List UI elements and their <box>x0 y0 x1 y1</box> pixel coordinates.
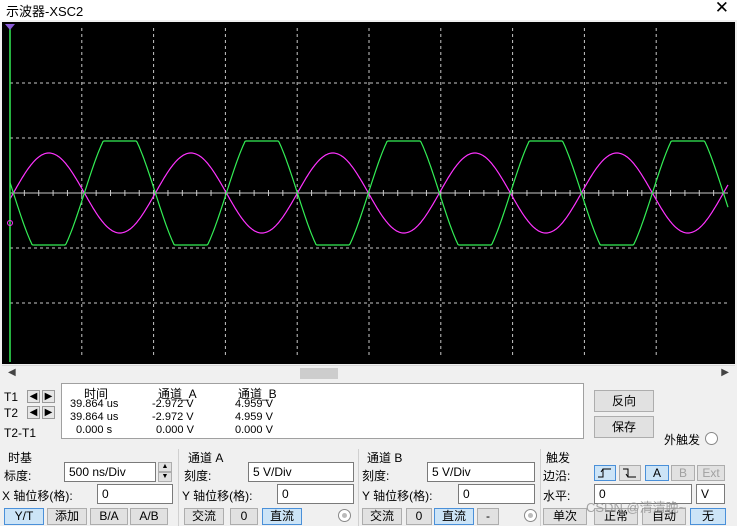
t2-t1-label: T2-T1 <box>4 426 37 440</box>
measurement-readout: 时间 通道_A 通道_B 39.864 us -2.972 V 4.959 V … <box>61 383 584 439</box>
mode-b-over-a-button[interactable]: B/A <box>90 508 128 525</box>
t1-label: T1 <box>4 390 19 404</box>
t1-channel-a: -2.972 V <box>152 398 194 410</box>
channel-a-scale-input[interactable]: 5 V/Div <box>248 462 354 482</box>
trigger-edge-label: 边沿: <box>543 469 571 483</box>
trigger-source-a-button[interactable]: A <box>645 465 669 481</box>
channel-b-ac-button[interactable]: 交流 <box>362 508 402 525</box>
channel-b-offset-input[interactable]: 0 <box>458 484 535 504</box>
delta-channel-a: 0.000 V <box>156 424 194 436</box>
channel-a-offset-label: Y 轴位移(格): <box>182 489 253 503</box>
t1-left-arrow-icon[interactable]: ◀ <box>27 390 40 403</box>
channel-b-offset-label: Y 轴位移(格): <box>362 489 433 503</box>
watermark: CSDN @清清晚~ <box>586 500 687 515</box>
channel-a-dc-button[interactable]: 直流 <box>262 508 302 525</box>
trigger-single-button[interactable]: 单次 <box>543 508 587 525</box>
falling-edge-button[interactable] <box>619 465 641 481</box>
mode-add-button[interactable]: 添加 <box>47 508 87 525</box>
t2-label: T2 <box>4 406 19 420</box>
horizontal-scrollbar[interactable]: ◀ ▶ <box>2 365 735 381</box>
timebase-scale-label: 标度: <box>4 469 32 483</box>
trigger-none-button[interactable]: 无 <box>690 508 726 525</box>
scroll-right-icon[interactable]: ▶ <box>721 367 729 378</box>
channel-b-zero-button[interactable]: 0 <box>406 508 432 525</box>
channel-a-terminal[interactable] <box>338 509 351 522</box>
scroll-thumb[interactable] <box>300 368 338 379</box>
scroll-left-icon[interactable]: ◀ <box>8 367 16 378</box>
t2-left-arrow-icon[interactable]: ◀ <box>27 406 40 419</box>
t2-channel-b: 4.959 V <box>235 411 273 423</box>
separator <box>358 449 359 526</box>
cursor-t1-marker <box>5 24 15 30</box>
channel-a-title: 通道 A <box>188 451 224 465</box>
t1-right-arrow-icon[interactable]: ▶ <box>42 390 55 403</box>
separator <box>178 449 179 526</box>
save-button[interactable]: 保存 <box>594 416 654 438</box>
timebase-title: 时基 <box>8 451 33 465</box>
channel-b-scale-label: 刻度: <box>362 469 390 483</box>
channel-a-ac-button[interactable]: 交流 <box>184 508 224 525</box>
title-bar: 示波器-XSC2 ✕ <box>0 0 737 20</box>
timebase-scale-down-icon[interactable]: ▼ <box>158 472 172 482</box>
t2-time: 39.864 us <box>70 411 119 423</box>
rising-edge-button[interactable] <box>594 465 616 481</box>
channel-a-offset-input[interactable]: 0 <box>277 484 354 504</box>
t2-right-arrow-icon[interactable]: ▶ <box>42 406 55 419</box>
channel-a-scale-label: 刻度: <box>184 469 212 483</box>
ext-trigger-terminal[interactable] <box>705 432 718 445</box>
delta-channel-b: 0.000 V <box>235 424 273 436</box>
separator <box>540 449 541 526</box>
t1-channel-b: 4.959 V <box>235 398 273 410</box>
mode-yt-button[interactable]: Y/T <box>4 508 44 525</box>
oscilloscope-screen <box>2 22 735 364</box>
close-button[interactable]: ✕ <box>715 0 729 18</box>
channel-b-invert-button[interactable]: - <box>477 508 499 525</box>
trigger-source-ext-button[interactable]: Ext <box>697 465 725 481</box>
t1-time: 39.864 us <box>70 398 119 410</box>
delta-time: 0.000 s <box>76 424 113 436</box>
rising-edge-icon <box>598 468 611 478</box>
channel-b-terminal[interactable] <box>524 509 537 522</box>
t2-channel-a: -2.972 V <box>152 411 194 423</box>
timebase-scale-up-icon[interactable]: ▲ <box>158 462 172 472</box>
scope-display <box>5 24 729 362</box>
ext-trigger-label: 外触发 <box>664 433 701 447</box>
trigger-title: 触发 <box>546 451 571 465</box>
channel-b-dc-button[interactable]: 直流 <box>434 508 474 525</box>
falling-edge-icon <box>623 468 636 478</box>
trigger-source-b-button[interactable]: B <box>671 465 695 481</box>
channel-a-zero-button[interactable]: 0 <box>230 508 258 525</box>
trigger-level-label: 水平: <box>543 489 571 503</box>
trigger-level-unit[interactable]: V <box>696 484 725 504</box>
mode-a-over-b-button[interactable]: A/B <box>130 508 168 525</box>
window-title: 示波器-XSC2 <box>6 4 84 19</box>
x-offset-input[interactable]: 0 <box>97 484 173 504</box>
x-offset-label: X 轴位移(格): <box>2 489 73 503</box>
timebase-scale-input[interactable]: 500 ns/Div <box>64 462 156 482</box>
channel-b-scale-input[interactable]: 5 V/Div <box>427 462 535 482</box>
channel-b-title: 通道 B <box>367 451 403 465</box>
reverse-button[interactable]: 反向 <box>594 390 654 412</box>
